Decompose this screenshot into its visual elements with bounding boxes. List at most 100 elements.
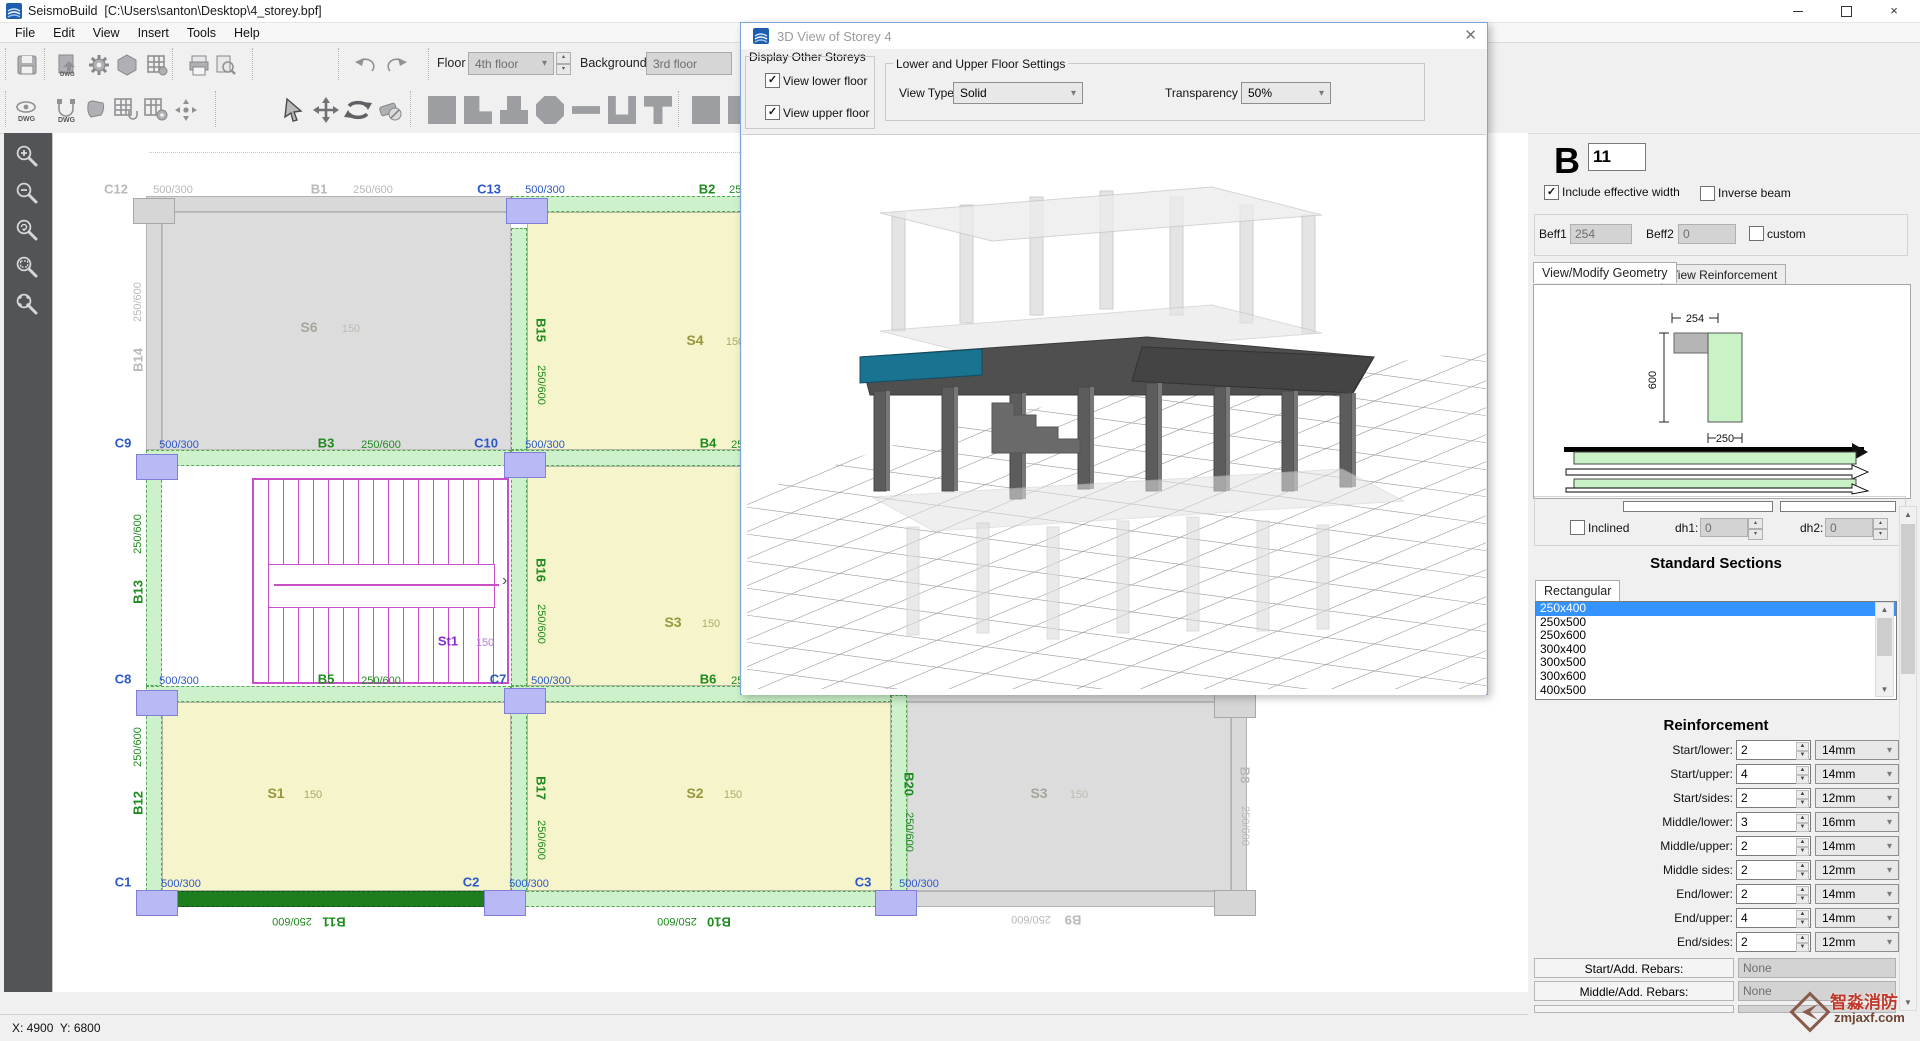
menu-view[interactable]: View bbox=[84, 24, 129, 42]
zoom-out-button[interactable] bbox=[11, 178, 45, 210]
menu-edit[interactable]: Edit bbox=[44, 24, 84, 42]
dh1-input[interactable]: 0 bbox=[1700, 518, 1748, 537]
view-lower-floor-checkbox[interactable]: ✓ bbox=[765, 73, 780, 88]
plan-slab-S1[interactable] bbox=[162, 702, 511, 891]
middle-add-rebars-button[interactable]: Middle/Add. Rebars: bbox=[1534, 981, 1734, 1001]
3d-viewport[interactable] bbox=[742, 134, 1486, 695]
plan-column-C3[interactable] bbox=[875, 890, 917, 916]
beff1-input[interactable]: 254 bbox=[1570, 224, 1632, 244]
plan-beam-B3[interactable] bbox=[146, 450, 511, 466]
circular-column-button[interactable] bbox=[532, 92, 568, 128]
section-materials-button[interactable] bbox=[110, 48, 144, 82]
rect-column-2-button[interactable] bbox=[688, 92, 724, 128]
scrollbar-thumb[interactable] bbox=[1901, 524, 1915, 674]
rebar-size-select[interactable]: 16mm▾ bbox=[1815, 812, 1899, 832]
zoom-extents-button[interactable] bbox=[11, 289, 45, 321]
scrollbar-thumb[interactable] bbox=[1877, 618, 1892, 656]
tab-view-modify-geometry[interactable]: View/Modify Geometry bbox=[1533, 262, 1677, 283]
redo-button[interactable] bbox=[381, 48, 413, 82]
section-list-item[interactable]: 400x500 bbox=[1536, 684, 1896, 698]
zoom-previous-button[interactable] bbox=[11, 215, 45, 247]
rebar-count-input[interactable]: 4▲▼ bbox=[1736, 764, 1811, 784]
tab-rectangular[interactable]: Rectangular bbox=[1535, 580, 1620, 601]
print-preview-button[interactable] bbox=[208, 48, 242, 82]
plan-beam-B12[interactable] bbox=[146, 706, 162, 891]
plan-column-C12[interactable] bbox=[133, 198, 175, 224]
rebar-count-input[interactable]: 2▲▼ bbox=[1736, 836, 1811, 856]
menu-file[interactable]: File bbox=[6, 24, 44, 42]
section-list-item[interactable]: 250x400 bbox=[1536, 602, 1896, 616]
view-dwg-button[interactable]: DWG bbox=[8, 92, 44, 128]
plan-beam-B5[interactable] bbox=[146, 686, 511, 702]
plan-beam-B16[interactable] bbox=[511, 470, 527, 686]
beff2-input[interactable]: 0 bbox=[1678, 224, 1736, 244]
standard-sections-list[interactable]: 250x400250x500250x600300x400300x500300x6… bbox=[1535, 601, 1897, 700]
section-list-item[interactable]: 300x600 bbox=[1536, 670, 1896, 684]
move-tool-button[interactable] bbox=[308, 92, 344, 128]
dh1-stepper[interactable]: ▴▾ bbox=[1748, 518, 1763, 537]
select-tool-button[interactable] bbox=[276, 92, 312, 128]
u-column-button[interactable] bbox=[604, 92, 640, 128]
panel-scrollbar[interactable]: ▲ ▼ bbox=[1899, 506, 1917, 1011]
dh2-input[interactable]: 0 bbox=[1825, 518, 1873, 537]
plan-column-C9[interactable] bbox=[136, 454, 178, 480]
scroll-down-icon[interactable]: ▼ bbox=[1876, 685, 1893, 694]
plan-column-C2[interactable] bbox=[484, 890, 526, 916]
dialog-close-icon[interactable]: ✕ bbox=[1464, 26, 1477, 44]
rebar-size-select[interactable]: 12mm▾ bbox=[1815, 860, 1899, 880]
beam-number-input[interactable]: 11 bbox=[1588, 143, 1646, 171]
l-column-button[interactable] bbox=[460, 92, 496, 128]
zoom-in-button[interactable] bbox=[11, 141, 45, 173]
plan-beam-B10[interactable] bbox=[511, 891, 891, 907]
rebar-count-input[interactable]: 4▲▼ bbox=[1736, 908, 1811, 928]
align-button[interactable] bbox=[168, 92, 204, 128]
plan-column-C7[interactable] bbox=[504, 688, 546, 714]
plan-stair-St1[interactable] bbox=[252, 478, 509, 684]
plan-slab-S6[interactable] bbox=[162, 212, 511, 450]
menu-tools[interactable]: Tools bbox=[178, 24, 225, 42]
rebar-count-input[interactable]: 2▲▼ bbox=[1736, 860, 1811, 880]
section-list-item[interactable]: 250x600 bbox=[1536, 629, 1896, 643]
floor-select[interactable]: 4th floor▾ bbox=[468, 52, 554, 75]
plan-column-C8[interactable] bbox=[136, 690, 178, 716]
t-beam-button[interactable] bbox=[640, 92, 676, 128]
rebar-size-select[interactable]: 14mm▾ bbox=[1815, 908, 1899, 928]
rotate-tool-button[interactable] bbox=[340, 92, 376, 128]
plan-column-x[interactable] bbox=[1214, 890, 1256, 916]
plan-beam-B9[interactable] bbox=[891, 891, 1231, 907]
dialog-title-bar[interactable]: 3D View of Storey 4 ✕ bbox=[741, 23, 1487, 49]
rebar-size-select[interactable]: 14mm▾ bbox=[1815, 764, 1899, 784]
export-dwg-button[interactable]: DWG bbox=[50, 48, 84, 82]
minimize-button[interactable] bbox=[1776, 0, 1820, 22]
plan-beam-B1[interactable] bbox=[146, 196, 511, 212]
undo-button[interactable] bbox=[349, 48, 381, 82]
rebar-count-input[interactable]: 2▲▼ bbox=[1736, 788, 1811, 808]
t-column-button[interactable] bbox=[496, 92, 532, 128]
start-add-rebars-button[interactable]: Start/Add. Rebars: bbox=[1534, 958, 1734, 978]
clipped-add-rebar-button[interactable] bbox=[1534, 1005, 1734, 1013]
scroll-up-icon[interactable]: ▲ bbox=[1876, 605, 1893, 614]
view-upper-floor-checkbox[interactable]: ✓ bbox=[765, 105, 780, 120]
rebar-count-input[interactable]: 2▲▼ bbox=[1736, 884, 1811, 904]
erase-tool-button[interactable] bbox=[372, 92, 408, 128]
maximize-button[interactable] bbox=[1824, 0, 1868, 22]
rebar-count-input[interactable]: 2▲▼ bbox=[1736, 740, 1811, 760]
building-modeller-button[interactable] bbox=[140, 48, 174, 82]
rebar-count-input[interactable]: 3▲▼ bbox=[1736, 812, 1811, 832]
rect-column-button[interactable] bbox=[424, 92, 460, 128]
plan-beam-B13[interactable] bbox=[146, 470, 162, 686]
plan-beam-B8[interactable] bbox=[1231, 695, 1247, 891]
scroll-up-icon[interactable]: ▲ bbox=[1900, 510, 1916, 519]
rebar-size-select[interactable]: 14mm▾ bbox=[1815, 884, 1899, 904]
close-button[interactable]: × bbox=[1872, 0, 1916, 22]
transparency-select[interactable]: 50%▾ bbox=[1241, 82, 1331, 104]
plan-beam-B14[interactable] bbox=[146, 212, 162, 450]
include-effective-width-checkbox[interactable]: ✓ bbox=[1544, 185, 1559, 200]
menu-insert[interactable]: Insert bbox=[129, 24, 178, 42]
section-list-item[interactable]: 250x500 bbox=[1536, 616, 1896, 630]
plan-beam-B11[interactable] bbox=[146, 891, 511, 907]
section-list-item[interactable]: 300x400 bbox=[1536, 643, 1896, 657]
floor-stepper[interactable]: ▴▾ bbox=[556, 52, 571, 75]
plan-beam-B15[interactable] bbox=[511, 228, 527, 450]
dh2-stepper[interactable]: ▴▾ bbox=[1873, 518, 1888, 537]
